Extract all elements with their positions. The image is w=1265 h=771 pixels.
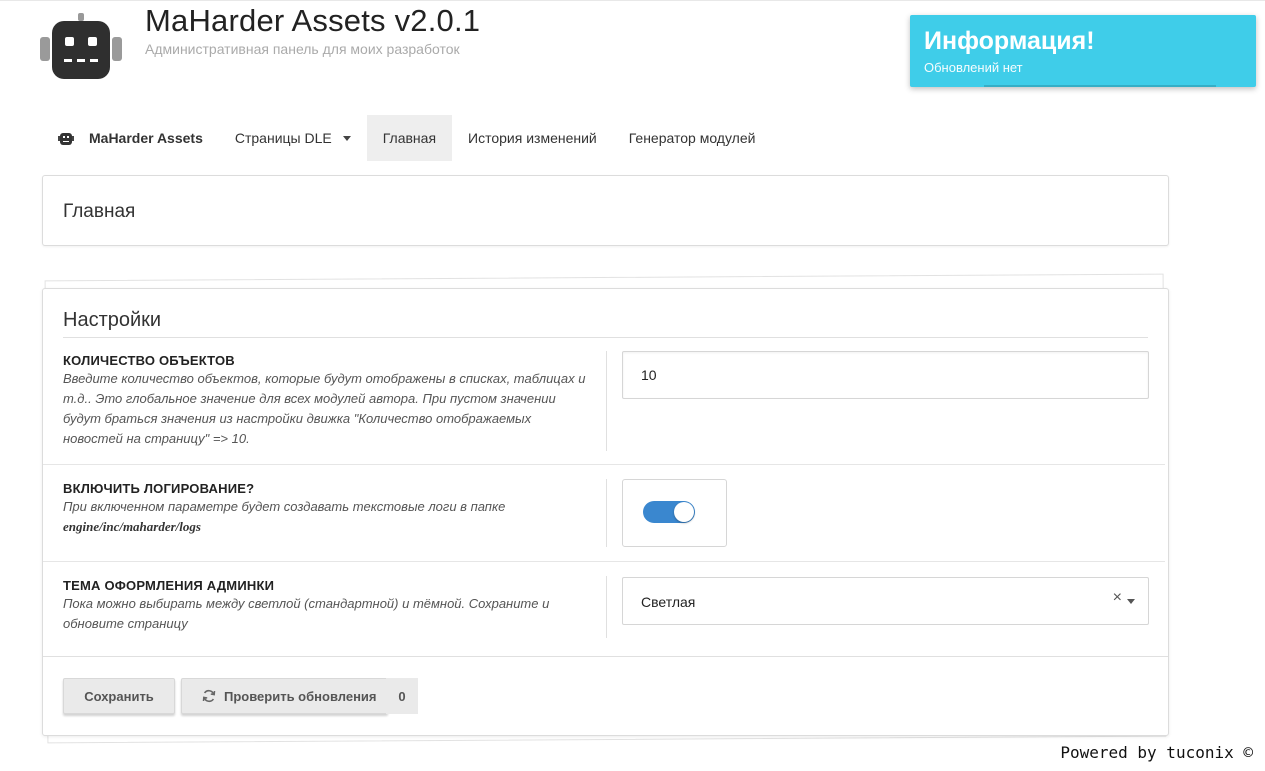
nav-item-label: Генератор модулей <box>628 130 756 146</box>
nav-item-module-generator[interactable]: Генератор модулей <box>613 115 772 161</box>
info-notification[interactable]: Информация! Обновлений нет <box>910 15 1256 87</box>
robot-icon <box>58 133 74 145</box>
check-updates-button[interactable]: Проверить обновления <box>181 678 388 714</box>
setting-description: При включенном параметре будет создавать… <box>63 497 593 537</box>
setting-label: ВКЛЮЧИТЬ ЛОГИРОВАНИЕ? <box>63 481 255 496</box>
save-button[interactable]: Сохранить <box>63 678 175 714</box>
setting-label: ТЕМА ОФОРМЛЕНИЯ АДМИНКИ <box>63 578 275 593</box>
setting-row-logging: ВКЛЮЧИТЬ ЛОГИРОВАНИЕ? При включенном пар… <box>43 465 1165 562</box>
column-divider <box>606 576 607 638</box>
setting-description: Пока можно выбирать между светлой (станд… <box>63 596 550 631</box>
objects-count-input[interactable] <box>622 351 1149 399</box>
notification-progress <box>984 85 1216 87</box>
nav-brand[interactable]: MaHarder Assets <box>42 115 219 161</box>
logging-toggle-container <box>622 479 727 547</box>
theme-selected-value: Светлая <box>641 594 696 610</box>
setting-label: КОЛИЧЕСТВО ОБЪЕКТОВ <box>63 353 235 368</box>
caret-down-icon <box>342 135 351 141</box>
clear-icon[interactable]: × <box>1113 589 1122 607</box>
panel-footer-divider <box>43 656 1168 657</box>
nav-brand-label: MaHarder Assets <box>89 130 203 146</box>
theme-select[interactable]: Светлая × <box>622 577 1149 625</box>
page-title: Главная <box>63 201 136 222</box>
setting-label-block: ВКЛЮЧИТЬ ЛОГИРОВАНИЕ? При включенном пар… <box>63 481 593 537</box>
column-divider <box>606 351 607 451</box>
logging-toggle[interactable] <box>643 501 695 523</box>
settings-panel: Настройки КОЛИЧЕСТВО ОБЪЕКТОВ Введите ко… <box>42 288 1169 736</box>
nav-item-label: Главная <box>382 130 437 146</box>
notification-title: Информация! <box>924 27 1095 55</box>
logs-path: engine/inc/maharder/logs <box>63 519 201 534</box>
chevron-down-icon[interactable] <box>1127 599 1135 604</box>
app-subtitle: Административная панель для моих разрабо… <box>145 41 460 57</box>
nav-item-changelog[interactable]: История изменений <box>452 115 613 161</box>
nav-item-label: История изменений <box>468 130 597 146</box>
powered-by: Powered by tuconix © <box>1060 743 1253 762</box>
nav-item-label: Страницы DLE <box>234 130 332 146</box>
nav-item-dle-pages[interactable]: Страницы DLE <box>219 115 367 161</box>
nav-item-main[interactable]: Главная <box>366 115 453 161</box>
refresh-icon <box>202 689 216 703</box>
check-updates-label: Проверить обновления <box>224 688 377 704</box>
main-navbar: MaHarder Assets Страницы DLE Главная Ист… <box>42 115 771 161</box>
setting-label-block: КОЛИЧЕСТВО ОБЪЕКТОВ Введите количество о… <box>63 353 593 449</box>
setting-description: Введите количество объектов, которые буд… <box>63 371 586 446</box>
robot-logo-icon <box>40 13 122 79</box>
settings-title: Настройки <box>63 309 1148 338</box>
setting-label-block: ТЕМА ОФОРМЛЕНИЯ АДМИНКИ Пока можно выбир… <box>63 578 593 634</box>
page-heading-panel: Главная <box>42 175 1169 246</box>
updates-count-badge: 0 <box>379 678 418 714</box>
toggle-knob <box>674 502 694 522</box>
notification-text: Обновлений нет <box>924 60 1023 75</box>
app-title: MaHarder Assets v2.0.1 <box>145 3 481 38</box>
setting-description-text: При включенном параметре будет создавать… <box>63 499 506 514</box>
column-divider <box>606 479 607 547</box>
